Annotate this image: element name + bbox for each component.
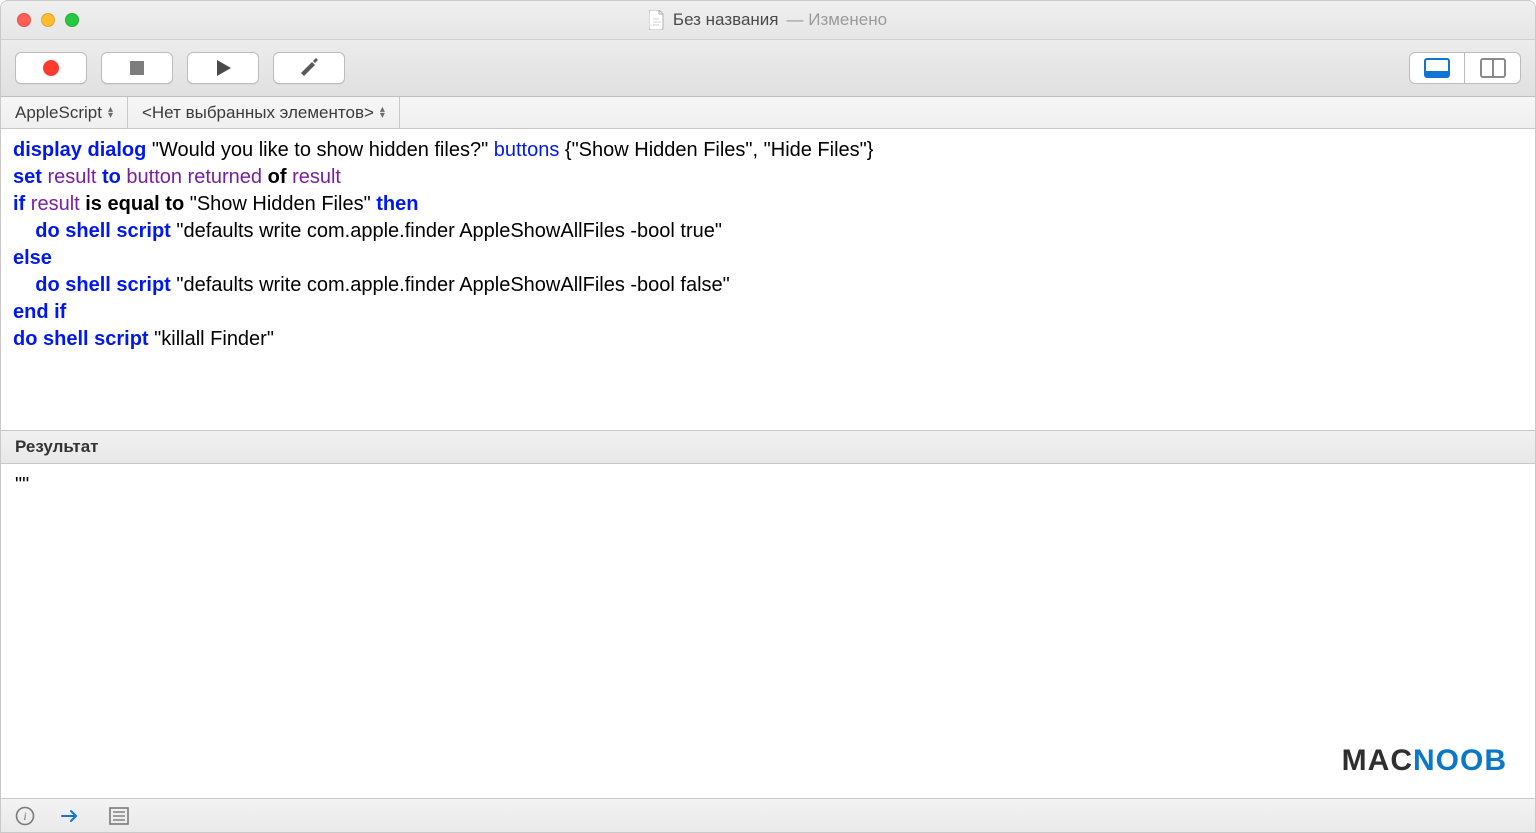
- zoom-window-button[interactable]: [65, 13, 79, 27]
- svg-text:i: i: [23, 809, 26, 823]
- path-label: <Нет выбранных элементов>: [142, 103, 374, 123]
- traffic-lights: [1, 13, 79, 27]
- result-header-label: Результат: [15, 437, 99, 457]
- result-area[interactable]: "" MACNOOB: [1, 464, 1535, 799]
- view-editor-button[interactable]: [1409, 52, 1465, 84]
- description-button[interactable]: i: [15, 806, 35, 826]
- record-button[interactable]: [15, 52, 87, 84]
- window-title-text: Без названия: [673, 10, 779, 30]
- minimize-window-button[interactable]: [41, 13, 55, 27]
- toolbar: [1, 40, 1535, 97]
- navigation-bar: AppleScript ▴▾ <Нет выбранных элементов>…: [1, 97, 1535, 129]
- script-editor-window: Без названия — Изменено Apple: [0, 0, 1536, 833]
- run-button[interactable]: [187, 52, 259, 84]
- stop-button[interactable]: [101, 52, 173, 84]
- view-mode-group: [1409, 52, 1521, 84]
- document-icon: [649, 10, 665, 30]
- path-selector[interactable]: <Нет выбранных элементов> ▴▾: [128, 97, 400, 128]
- window-title: Без названия — Изменено: [1, 10, 1535, 30]
- chevron-updown-icon: ▴▾: [108, 107, 113, 119]
- code-content: display dialog "Would you like to show h…: [13, 137, 1523, 353]
- close-window-button[interactable]: [17, 13, 31, 27]
- compile-button[interactable]: [273, 52, 345, 84]
- log-pane-button[interactable]: [109, 807, 129, 825]
- window-modified-status: — Изменено: [787, 10, 888, 30]
- language-label: AppleScript: [15, 103, 102, 123]
- script-editor-area[interactable]: display dialog "Would you like to show h…: [1, 129, 1535, 431]
- language-selector[interactable]: AppleScript ▴▾: [1, 97, 128, 128]
- titlebar: Без названия — Изменено: [1, 1, 1535, 40]
- result-header: Результат: [1, 431, 1535, 464]
- status-bar: i: [1, 799, 1535, 832]
- view-split-button[interactable]: [1465, 52, 1521, 84]
- result-pane-button[interactable]: [61, 807, 83, 825]
- watermark: MACNOOB: [1342, 744, 1507, 778]
- chevron-updown-icon: ▴▾: [380, 107, 385, 119]
- result-value: "": [15, 474, 29, 496]
